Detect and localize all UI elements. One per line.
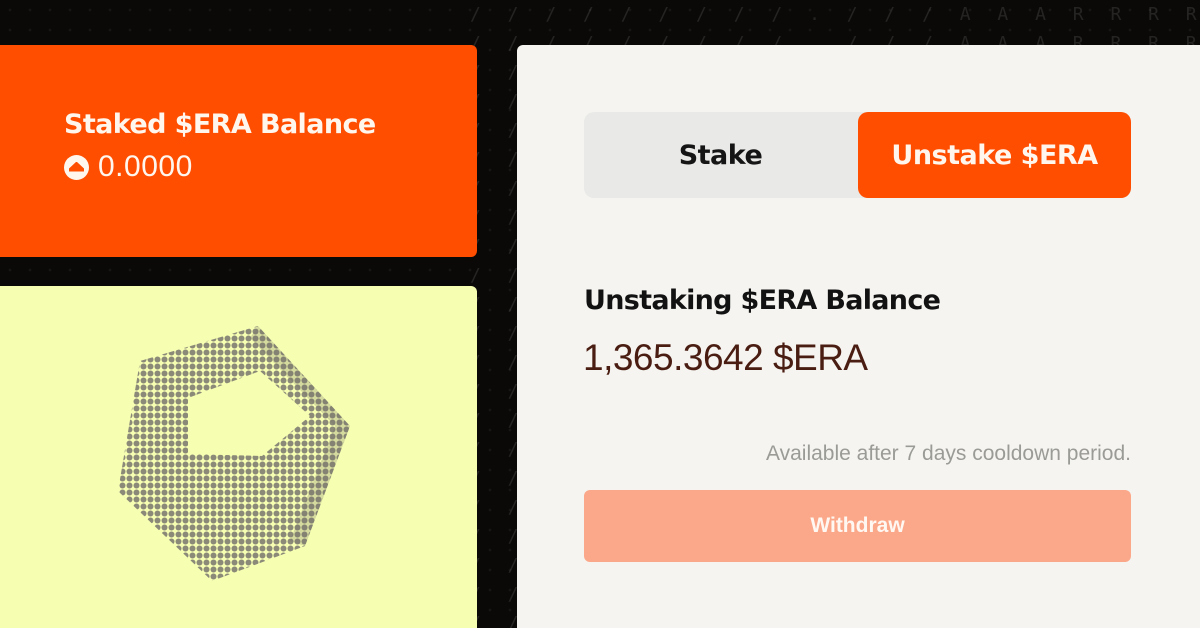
staked-balance-row: 0.0000 xyxy=(64,150,477,184)
stake-mode-toggle: Stake Unstake $ERA xyxy=(584,112,1131,198)
unstaking-balance-value: 1,365.3642 $ERA xyxy=(583,337,868,378)
unstaking-balance-title: Unstaking $ERA Balance xyxy=(584,285,941,316)
staked-balance-value: 0.0000 xyxy=(98,150,193,183)
tab-stake[interactable]: Stake xyxy=(584,112,857,198)
staked-balance-title: Staked $ERA Balance xyxy=(64,109,376,140)
staking-page: / / / / / / / / / . / / / A A A R R R R … xyxy=(0,0,1200,628)
tab-unstake[interactable]: Unstake $ERA xyxy=(858,112,1131,198)
staked-balance-card: Staked $ERA Balance 0.0000 xyxy=(0,45,477,257)
withdraw-button[interactable]: Withdraw xyxy=(584,490,1131,562)
era-logo-icon xyxy=(64,154,89,180)
cooldown-note: Available after 7 days cooldown period. xyxy=(765,442,1131,465)
dotted-era-logo-art xyxy=(100,316,370,596)
era-artwork-card xyxy=(0,286,477,628)
background-glyph-row: / / / / / / / / / . / / / A A A R R R R … xyxy=(470,4,1200,25)
stake-panel: Stake Unstake $ERA Unstaking $ERA Balanc… xyxy=(517,45,1200,628)
